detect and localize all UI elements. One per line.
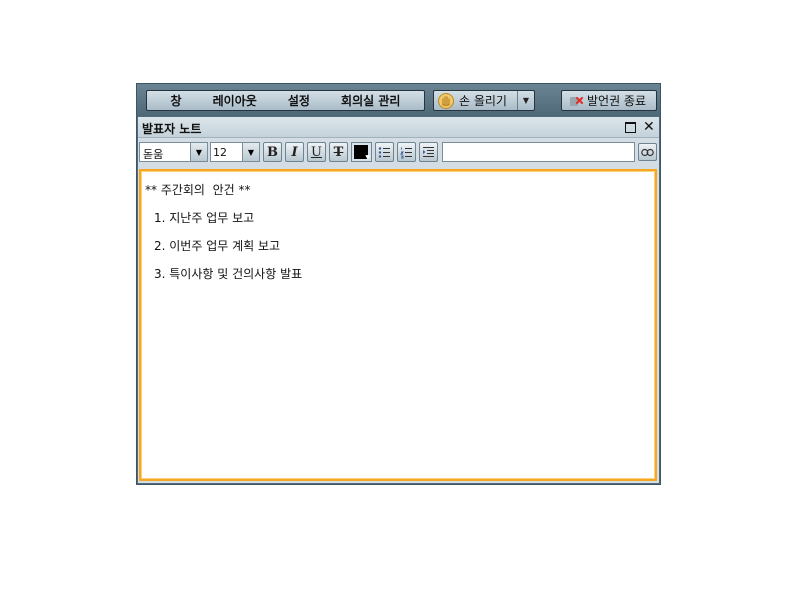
font-family-value: 돋움: [143, 148, 164, 161]
menu-group: 창 레이아웃 설정 회의실 관리: [146, 90, 425, 111]
indent-icon: [423, 146, 434, 157]
numbered-list-button[interactable]: [397, 142, 416, 162]
raise-hand-button[interactable]: 손 올리기 ▼: [433, 90, 535, 111]
menu-settings[interactable]: 설정: [288, 92, 310, 109]
underline-button[interactable]: U: [307, 142, 326, 162]
editor-line: 1. 지난주 업무 보고: [154, 211, 255, 225]
hand-icon: [437, 92, 455, 110]
close-icon[interactable]: ✕: [643, 118, 655, 136]
raise-hand-label: 손 올리기: [459, 94, 507, 108]
menu-window[interactable]: 창: [171, 92, 182, 109]
menu-room-management[interactable]: 회의실 관리: [341, 92, 400, 109]
indent-button[interactable]: [419, 142, 438, 162]
link-url-input[interactable]: [442, 142, 635, 162]
strikethrough-button[interactable]: T: [329, 142, 348, 162]
bullet-list-button[interactable]: [375, 142, 394, 162]
text-color-button[interactable]: ▼: [351, 142, 372, 162]
chevron-down-icon: ▼: [365, 154, 370, 161]
chevron-down-icon[interactable]: ▼: [517, 91, 534, 110]
bold-button[interactable]: B: [263, 142, 282, 162]
notes-editor[interactable]: ** 주간회의 안건 ** 1. 지난주 업무 보고 2. 이번주 업무 계획 …: [139, 169, 657, 481]
numbered-list-icon: [400, 147, 412, 158]
end-speaking-icon: [568, 93, 584, 109]
editor-line-heading: ** 주간회의 안건 **: [145, 183, 251, 197]
notes-panel: 발표자 노트 ✕ 돋움 ▼ 12 ▼ B I U T ▼ ** 주간회의 안건 …: [138, 117, 659, 483]
maximize-icon[interactable]: [625, 122, 636, 133]
end-speaking-button[interactable]: 발언권 종료: [561, 90, 657, 111]
panel-titlebar: 발표자 노트 ✕: [138, 117, 659, 138]
presenter-notes-window: 창 레이아웃 설정 회의실 관리 손 올리기 ▼ 발언권 종료 발표자 노트 ✕…: [136, 83, 661, 485]
font-size-value: 12: [213, 146, 227, 159]
chevron-down-icon[interactable]: ▼: [190, 143, 207, 161]
bullet-list-icon: [378, 146, 390, 158]
font-size-select[interactable]: 12 ▼: [210, 142, 260, 162]
format-toolbar: 돋움 ▼ 12 ▼ B I U T ▼: [138, 139, 659, 163]
chevron-down-icon[interactable]: ▼: [242, 143, 259, 161]
end-speaking-label: 발언권 종료: [587, 94, 647, 108]
menu-layout[interactable]: 레이아웃: [213, 92, 257, 109]
editor-line: 2. 이번주 업무 계획 보고: [154, 239, 281, 253]
italic-button[interactable]: I: [285, 142, 304, 162]
meeting-menubar: 창 레이아웃 설정 회의실 관리 손 올리기 ▼ 발언권 종료: [137, 84, 660, 116]
editor-line: 3. 특이사항 및 건의사항 발표: [154, 267, 303, 281]
insert-link-button[interactable]: [638, 143, 657, 161]
font-family-select[interactable]: 돋움 ▼: [139, 142, 208, 162]
link-icon: [641, 148, 654, 156]
panel-title: 발표자 노트: [142, 122, 202, 136]
